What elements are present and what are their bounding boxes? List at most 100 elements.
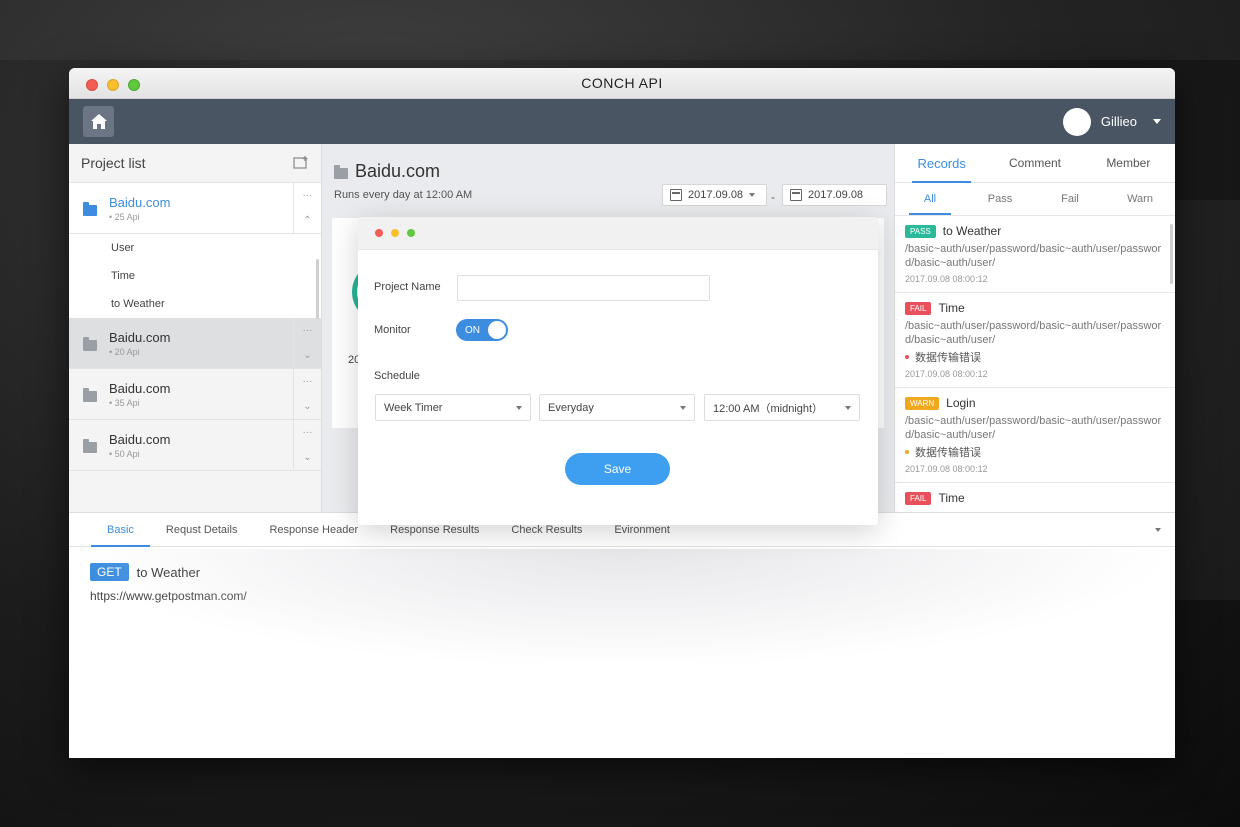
tab-member[interactable]: Member: [1082, 144, 1175, 182]
chevron-down-icon: [680, 405, 686, 410]
filter-pass[interactable]: Pass: [965, 183, 1035, 215]
project-name-input[interactable]: [457, 275, 710, 301]
home-button[interactable]: [83, 106, 114, 137]
project-controls: ··· ⌄: [293, 318, 321, 368]
tab-comment[interactable]: Comment: [988, 144, 1081, 182]
add-project-icon[interactable]: [293, 156, 309, 170]
close-window-button[interactable]: [86, 79, 98, 91]
filter-warn[interactable]: Warn: [1105, 183, 1175, 215]
sidebar-header: Project list: [69, 144, 321, 183]
more-icon[interactable]: ···: [303, 190, 313, 201]
filter-fail[interactable]: Fail: [1035, 183, 1105, 215]
project-controls: ··· ⌄: [293, 420, 321, 470]
project-item[interactable]: Baidu.com • 35 Api ··· ⌄: [69, 369, 321, 420]
date-from-picker[interactable]: 2017.09.08: [662, 184, 767, 206]
modal-titlebar: [358, 217, 878, 250]
modal-close-button[interactable]: [375, 229, 383, 237]
record-error: 数据传输错误: [905, 349, 1165, 365]
record-title: Time: [938, 491, 965, 505]
home-icon: [90, 114, 107, 129]
tab-request-details[interactable]: Requst Details: [150, 513, 254, 546]
more-icon[interactable]: ···: [303, 427, 313, 438]
project-name: Baidu.com: [109, 380, 171, 396]
chevron-down-icon: [1153, 119, 1161, 124]
project-api-count: • 35 Api: [109, 397, 140, 408]
error-dot-icon: [905, 355, 909, 359]
request-header: GET to Weather: [90, 563, 1175, 581]
record-error-text: 数据传输错误: [915, 352, 981, 364]
modal-minimize-button[interactable]: [391, 229, 399, 237]
tab-response-header[interactable]: Response Header: [253, 513, 374, 546]
window-controls: [86, 79, 140, 91]
project-controls: ··· ⌃: [293, 183, 321, 233]
status-badge: WARN: [905, 396, 940, 410]
sidebar-title: Project list: [81, 155, 146, 171]
chevron-down-icon[interactable]: ⌄: [303, 350, 311, 361]
project-controls: ··· ⌄: [293, 369, 321, 419]
tab-basic[interactable]: Basic: [91, 513, 150, 547]
record-item[interactable]: WARN Login /basic~auth/user/password/bas…: [895, 388, 1175, 483]
time-select[interactable]: 12:00 AM（midnight）: [704, 394, 860, 421]
tab-records[interactable]: Records: [895, 144, 988, 183]
records-scrollbar[interactable]: [1170, 224, 1173, 284]
frequency-select[interactable]: Everyday: [539, 394, 695, 421]
more-icon[interactable]: ···: [303, 325, 313, 336]
filter-all[interactable]: All: [895, 183, 965, 215]
date-from-value: 2017.09.08: [688, 189, 744, 201]
request-url: https://www.getpostman.com/: [90, 589, 247, 603]
sidebar-scrollbar[interactable]: [316, 259, 319, 319]
monitor-toggle[interactable]: ON: [456, 319, 508, 341]
date-separator: -: [771, 190, 775, 204]
record-title: to Weather: [942, 224, 1002, 238]
date-to-value: 2017.09.08: [808, 189, 864, 201]
status-badge: PASS: [905, 224, 936, 238]
frequency-value: Everyday: [548, 401, 594, 414]
folder-icon: [83, 387, 97, 402]
schedule-summary: Runs every day at 12:00 AM: [334, 189, 473, 201]
request-title: to Weather: [136, 564, 201, 580]
project-item[interactable]: Baidu.com • 50 Api ··· ⌄: [69, 420, 321, 471]
record-item[interactable]: PASS to Weather /basic~auth/user/passwor…: [895, 216, 1175, 293]
minimize-window-button[interactable]: [107, 79, 119, 91]
user-name: Gillieo: [1100, 114, 1137, 129]
timer-select[interactable]: Week Timer: [375, 394, 531, 421]
warning-dot-icon: [905, 450, 909, 454]
chevron-down-icon[interactable]: [1155, 528, 1161, 532]
project-settings-modal: Project Name Monitor ON Schedule Week Ti…: [358, 217, 878, 525]
user-menu[interactable]: Gillieo: [1062, 107, 1161, 136]
schedule-label: Schedule: [374, 370, 420, 382]
records-tabs: Records Comment Member: [895, 144, 1175, 183]
api-item-time[interactable]: Time: [69, 262, 321, 290]
timer-value: Week Timer: [384, 401, 443, 414]
project-item[interactable]: Baidu.com • 25 Api ··· ⌃: [69, 183, 321, 234]
chevron-down-icon[interactable]: ⌄: [303, 401, 311, 412]
api-item-user[interactable]: User: [69, 234, 321, 262]
folder-icon: [83, 438, 97, 453]
chevron-down-icon[interactable]: ⌄: [303, 452, 311, 463]
method-badge: GET: [90, 563, 129, 581]
toggle-knob: [488, 321, 506, 339]
record-item[interactable]: FAIL Time /basic~auth/user/password/basi…: [895, 293, 1175, 388]
window-titlebar: CONCH API: [69, 68, 1175, 99]
monitor-state: ON: [465, 324, 480, 336]
save-button[interactable]: Save: [565, 453, 670, 485]
avatar[interactable]: [1062, 107, 1091, 136]
status-badge: FAIL: [905, 491, 932, 505]
project-sidebar: Project list Baidu.com • 25 Api ··· ⌃ Us…: [69, 144, 322, 512]
records-panel: Records Comment Member All Pass Fail War…: [894, 144, 1175, 512]
record-time: 2017.09.08 08:00:12: [905, 369, 988, 379]
folder-icon: [334, 165, 348, 179]
chevron-down-icon: [749, 193, 756, 197]
chevron-down-icon: [516, 405, 522, 410]
modal-maximize-button[interactable]: [407, 229, 415, 237]
project-item[interactable]: Baidu.com • 20 Api ··· ⌄: [69, 318, 321, 369]
chevron-up-icon[interactable]: ⌃: [303, 215, 311, 226]
record-error: 数据传输错误: [905, 444, 1165, 460]
api-item-weather[interactable]: to Weather: [69, 290, 321, 318]
status-badge: FAIL: [905, 301, 932, 315]
record-title: Time: [938, 301, 965, 315]
more-icon[interactable]: ···: [303, 376, 313, 387]
date-to-picker[interactable]: 2017.09.08: [782, 184, 887, 206]
maximize-window-button[interactable]: [128, 79, 140, 91]
project-title: Baidu.com: [355, 161, 441, 181]
